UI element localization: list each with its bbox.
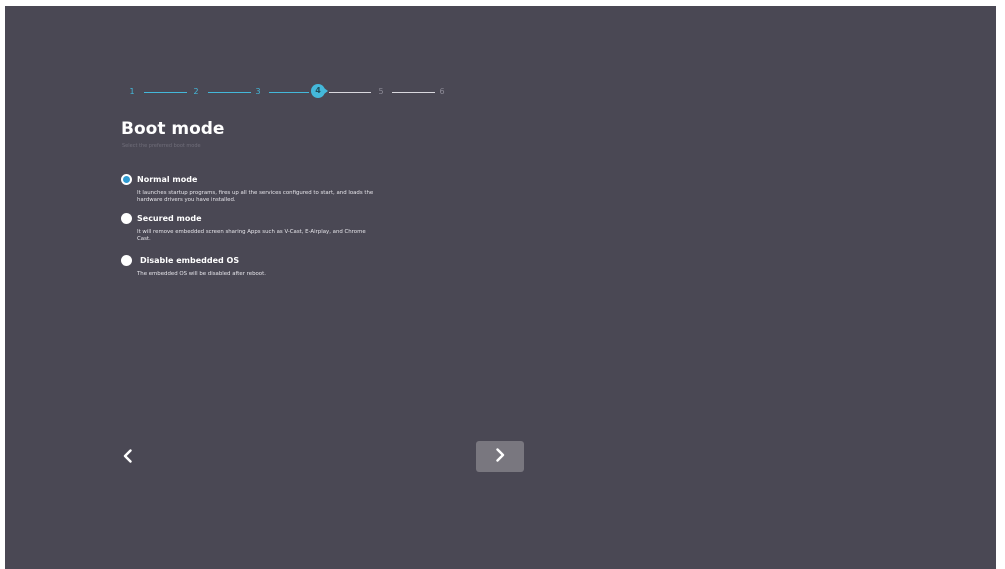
step-connector-1-2 bbox=[144, 92, 187, 93]
option-normal-mode-description: It launches startup programs, fires up a… bbox=[137, 190, 374, 203]
radio-normal-mode[interactable] bbox=[121, 174, 132, 185]
step-3: 3 bbox=[255, 87, 261, 96]
option-secured-mode-label: Secured mode bbox=[137, 214, 202, 223]
step-connector-3-4 bbox=[269, 92, 309, 93]
option-disable-embedded-os[interactable]: Disable embedded OS The embedded OS will… bbox=[121, 255, 381, 279]
page-title: Boot mode bbox=[121, 119, 225, 139]
step-2: 2 bbox=[193, 87, 199, 96]
chevron-right-icon bbox=[494, 447, 506, 466]
chevron-left-icon bbox=[122, 448, 134, 467]
option-secured-mode[interactable]: Secured mode It will remove embedded scr… bbox=[121, 213, 381, 247]
step-5: 5 bbox=[378, 87, 384, 96]
step-connector-4-5 bbox=[329, 92, 371, 93]
option-normal-mode[interactable]: Normal mode It launches startup programs… bbox=[121, 174, 381, 208]
setup-wizard-window: 1 2 3 4 5 6 Boot mode Select the preferr… bbox=[5, 6, 996, 569]
current-step-pointer bbox=[324, 88, 328, 94]
option-secured-mode-description: It will remove embedded screen sharing A… bbox=[137, 229, 366, 242]
page-subtitle: Select the preferred boot mode bbox=[122, 143, 201, 149]
wizard-stepper: 1 2 3 4 5 6 bbox=[126, 84, 446, 100]
step-4-current: 4 bbox=[311, 84, 325, 98]
option-disable-embedded-os-description: The embedded OS will be disabled after r… bbox=[137, 271, 266, 277]
option-normal-mode-label: Normal mode bbox=[137, 175, 198, 184]
step-connector-2-3 bbox=[208, 92, 251, 93]
step-1: 1 bbox=[129, 87, 135, 96]
step-6: 6 bbox=[439, 87, 445, 96]
back-button[interactable] bbox=[115, 444, 141, 470]
option-disable-embedded-os-label: Disable embedded OS bbox=[140, 256, 240, 265]
radio-disable-embedded-os[interactable] bbox=[121, 255, 132, 266]
step-connector-5-6 bbox=[392, 92, 435, 93]
next-button[interactable] bbox=[476, 441, 524, 472]
radio-secured-mode[interactable] bbox=[121, 213, 132, 224]
